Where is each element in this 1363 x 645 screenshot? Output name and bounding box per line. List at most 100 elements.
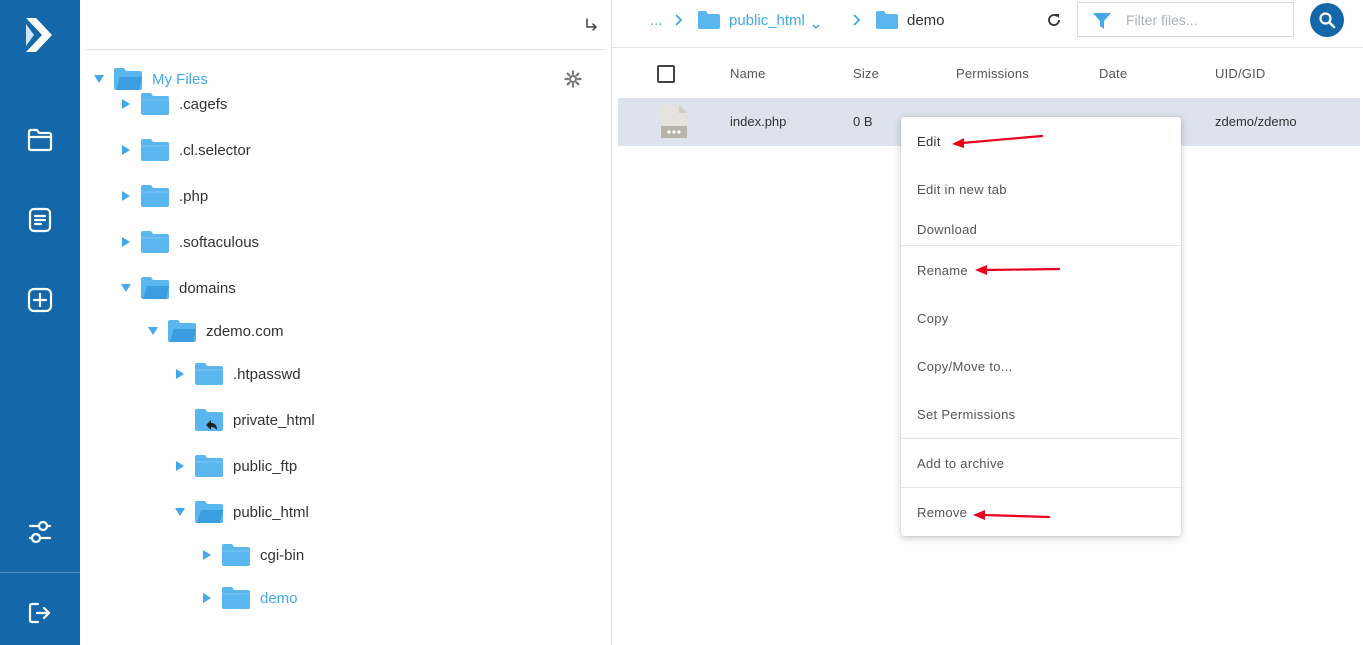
chevron-right-icon[interactable]	[119, 143, 133, 157]
breadcrumb-current[interactable]: demo	[876, 0, 945, 40]
search-icon	[1318, 11, 1336, 29]
folder-open-icon	[141, 276, 169, 300]
column-header-permissions[interactable]: Permissions	[956, 66, 1029, 81]
search-button[interactable]	[1310, 3, 1344, 37]
column-header-name[interactable]: Name	[730, 66, 765, 81]
chevron-right-icon	[852, 0, 862, 40]
folder-link-icon	[195, 408, 223, 432]
menu-item-copy[interactable]: Copy	[901, 298, 1181, 338]
folder-icon[interactable]	[24, 124, 56, 156]
breadcrumb-parent-label: public_html	[729, 11, 805, 29]
menu-divider	[901, 245, 1181, 246]
menu-item-set-permissions[interactable]: Set Permissions	[901, 394, 1181, 434]
folder-icon	[222, 543, 250, 567]
folder-icon	[195, 454, 223, 478]
chevron-down-icon[interactable]	[173, 505, 187, 519]
chevron-right-icon[interactable]	[173, 459, 187, 473]
tree-item[interactable]: .cl.selector	[119, 132, 251, 168]
chevron-right-icon[interactable]	[200, 591, 214, 605]
chevron-down-icon[interactable]	[119, 281, 133, 295]
tree-item[interactable]: zdemo.com	[146, 313, 284, 349]
menu-item-rename[interactable]: Rename	[901, 250, 1181, 290]
logo-icon[interactable]	[22, 16, 58, 56]
tree-root-label: My Files	[152, 70, 208, 88]
folder-icon	[698, 11, 720, 29]
breadcrumb-current-label: demo	[907, 11, 945, 29]
folder-icon	[876, 11, 898, 29]
tree-item-label: public_html	[233, 503, 309, 521]
chevron-down-icon[interactable]	[92, 72, 106, 86]
tree-item-label: .softaculous	[179, 233, 260, 251]
chevron-down-icon[interactable]	[146, 324, 160, 338]
column-header-size[interactable]: Size	[853, 66, 879, 81]
breadcrumb-parent[interactable]: public_html	[698, 0, 820, 40]
tree-item[interactable]: .cagefs	[119, 86, 227, 122]
file-uid-gid: zdemo/zdemo	[1215, 114, 1297, 129]
file-manager-app: My Files .cagefs .cl.selector .php .softacu…	[0, 0, 1363, 645]
refresh-icon[interactable]	[1044, 10, 1064, 30]
tree-item[interactable]: private_html	[173, 402, 315, 438]
table-header: Name Size Permissions Date UID/GID	[618, 48, 1360, 98]
tree-item[interactable]: domains	[119, 270, 236, 306]
tree-item-label: zdemo.com	[206, 322, 284, 340]
menu-divider	[901, 487, 1181, 488]
column-header-uid-gid[interactable]: UID/GID	[1215, 66, 1266, 81]
php-file-icon	[661, 105, 687, 138]
column-header-date[interactable]: Date	[1099, 66, 1127, 81]
filter-icon	[1092, 11, 1112, 31]
tree-item[interactable]: cgi-bin	[200, 537, 304, 573]
gear-icon[interactable]	[564, 70, 582, 88]
chevron-right-icon[interactable]	[119, 235, 133, 249]
chevron-right-icon[interactable]	[119, 97, 133, 111]
collapse-tree-icon[interactable]	[582, 16, 600, 34]
tree-item[interactable]: .htpasswd	[173, 356, 301, 392]
tree-toolbar	[86, 0, 606, 50]
chevron-right-icon[interactable]	[173, 367, 187, 381]
tree-item-label: demo	[260, 589, 298, 607]
rail-divider	[0, 572, 80, 573]
document-icon[interactable]	[24, 204, 56, 236]
menu-item-add-to-archive[interactable]: Add to archive	[901, 443, 1181, 483]
filter-input[interactable]	[1126, 9, 1286, 31]
tree-item-label: private_html	[233, 411, 315, 429]
breadcrumb-ellipsis[interactable]: ...	[650, 0, 663, 40]
folder-icon	[141, 92, 169, 116]
menu-item-edit-new-tab[interactable]: Edit in new tab	[901, 169, 1181, 209]
menu-item-copy-move[interactable]: Copy/Move to...	[901, 346, 1181, 386]
caret-placeholder	[173, 413, 187, 427]
tree-item[interactable]: public_html	[173, 494, 309, 530]
filter-field[interactable]	[1077, 2, 1294, 37]
folder-tree-panel: My Files .cagefs .cl.selector .php .softacu…	[80, 0, 612, 645]
sliders-icon[interactable]	[24, 516, 56, 548]
tree-item-label: domains	[179, 279, 236, 297]
tree-item-label: .php	[179, 187, 209, 205]
plus-square-icon[interactable]	[24, 284, 56, 316]
folder-open-icon	[195, 500, 223, 524]
folder-icon	[222, 586, 250, 610]
menu-item-edit[interactable]: Edit	[901, 121, 1181, 161]
tree-item[interactable]: public_ftp	[173, 448, 297, 484]
sidebar-rail	[0, 0, 80, 645]
tree-item[interactable]: demo	[200, 580, 298, 616]
context-menu: Edit Edit in new tab Download Rename Cop…	[901, 117, 1181, 536]
tree-item-label: cgi-bin	[260, 546, 305, 564]
chevron-right-icon[interactable]	[200, 548, 214, 562]
menu-item-remove[interactable]: Remove	[901, 492, 1181, 532]
tree-item-label: public_ftp	[233, 457, 298, 475]
folder-icon	[141, 184, 169, 208]
chevron-right-icon[interactable]	[119, 189, 133, 203]
logout-icon[interactable]	[24, 597, 56, 629]
breadcrumb: ... public_html demo	[612, 0, 1363, 48]
tree-item-label: .htpasswd	[233, 365, 301, 383]
tree-item[interactable]: .php	[119, 178, 208, 214]
folder-icon	[141, 138, 169, 162]
select-all-checkbox[interactable]	[657, 65, 675, 83]
tree-item[interactable]: .softaculous	[119, 224, 259, 260]
chevron-down-icon[interactable]	[812, 17, 820, 30]
menu-item-download[interactable]: Download	[901, 209, 1181, 249]
file-name[interactable]: index.php	[730, 114, 786, 129]
tree-item-label: .cagefs	[179, 95, 228, 113]
folder-icon	[141, 230, 169, 254]
menu-divider	[901, 438, 1181, 439]
folder-open-icon	[168, 319, 196, 343]
